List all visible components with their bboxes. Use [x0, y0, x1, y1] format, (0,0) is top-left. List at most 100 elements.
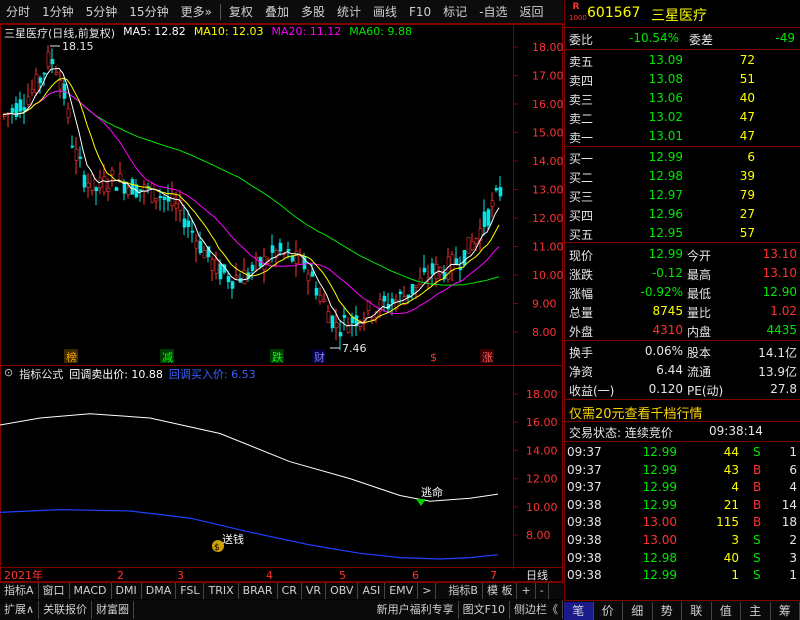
tick-row: 09:38 12.99 1 S 1 — [567, 568, 797, 583]
indicator-tab-0[interactable]: 指标A — [0, 583, 39, 599]
marker-cai[interactable]: 财 — [314, 350, 325, 364]
indicator-tab-2[interactable]: MACD — [70, 583, 112, 599]
indicator-tab-15[interactable]: 模 板 — [483, 583, 518, 599]
time-label-feb: 2 — [117, 569, 124, 582]
tab-fenshi[interactable]: 分时 — [0, 0, 36, 24]
ma5-legend: MA5: 12.82 — [123, 25, 186, 38]
draw-line-button[interactable]: 画线 — [367, 0, 403, 24]
price-tick-label: 17.00 — [532, 70, 563, 83]
candlesticks — [2, 45, 503, 351]
indicator-tabs: 指标A 窗口 MACD DMI DMA FSL TRIX BRAR CR VR OBV ASI EMV >… — [0, 582, 563, 599]
asks-level-2[interactable]: 卖四 13.08 51 — [565, 70, 800, 89]
indicator-tab-5[interactable]: FSL — [176, 583, 205, 599]
indicator-dropdown-icon[interactable]: ⊙ — [4, 366, 13, 382]
indicator-tab-3[interactable]: DMI — [112, 583, 142, 599]
indicator-tab-4[interactable]: DMA — [142, 583, 177, 599]
panel-tab-1[interactable]: 价 — [594, 601, 623, 620]
indicator-tab-1[interactable]: 窗口 — [39, 583, 70, 599]
candle-body — [306, 273, 311, 282]
panel-tab-3[interactable]: 势 — [653, 601, 682, 620]
panel-tab-2[interactable]: 细 — [623, 601, 653, 620]
statistics-button[interactable]: 统计 — [331, 0, 367, 24]
indicator-tab-12[interactable]: EMV — [385, 583, 419, 599]
restore-rights-button[interactable]: 复权 — [223, 0, 259, 24]
wealth-circle-button[interactable]: 财富圈 — [92, 601, 135, 619]
sell-price-legend: 回调卖出价: 10.88 — [69, 368, 163, 381]
marker-dollar[interactable]: $ — [430, 351, 437, 364]
back-button[interactable]: 返回 — [514, 0, 550, 24]
candle-body — [174, 203, 179, 209]
panel-tab-6[interactable]: 主 — [741, 601, 771, 620]
indicator-tick-label: 18.00 — [526, 388, 558, 401]
tab-1min[interactable]: 1分钟 — [36, 0, 80, 24]
candle-body — [30, 88, 35, 93]
marker-zhang[interactable]: 涨 — [482, 351, 493, 364]
period-label[interactable]: 日线 — [526, 568, 548, 582]
tab-15min[interactable]: 15分钟 — [123, 0, 174, 24]
indicator-tab-10[interactable]: OBV — [326, 583, 359, 599]
bids-level-1[interactable]: 买一 12.99 6 — [565, 148, 800, 167]
bids-level-3[interactable]: 买三 12.97 79 — [565, 186, 800, 205]
divider — [565, 146, 800, 147]
bids-level-4[interactable]: 买四 12.96 27 — [565, 205, 800, 224]
new-user-benefit-link[interactable]: 新用户福利专享 — [373, 601, 459, 619]
sidebar-toggle-button[interactable]: 侧边栏《 — [510, 601, 563, 619]
price-tick-label: 16.00 — [532, 98, 563, 111]
divider — [565, 399, 800, 400]
candle-body — [78, 156, 83, 159]
indicator-tab-8[interactable]: CR — [278, 583, 302, 599]
panel-tab-0[interactable]: 笔 — [564, 601, 594, 620]
candle-body — [138, 189, 143, 192]
high-price-label: 18.15 — [62, 40, 94, 53]
f10-graphic-button[interactable]: 图文F10 — [459, 601, 510, 619]
tab-more[interactable]: 更多» — [175, 0, 218, 24]
indicator-tab-13[interactable]: > — [418, 583, 437, 599]
indicator-name[interactable]: 指标公式 — [19, 366, 63, 382]
candle-body — [418, 277, 423, 285]
candle-body — [410, 284, 415, 294]
mark-button[interactable]: 标记 — [437, 0, 473, 24]
bids-level-5[interactable]: 买五 12.95 57 — [565, 224, 800, 243]
marker-bang[interactable]: 榜 — [66, 350, 77, 364]
f10-button[interactable]: F10 — [403, 0, 437, 24]
asks-level-3[interactable]: 卖三 13.06 40 — [565, 89, 800, 108]
indicator-tab-7[interactable]: BRAR — [239, 583, 278, 599]
bids-level-2[interactable]: 买二 12.98 39 — [565, 167, 800, 186]
quote-row: 现价 12.99 今开 13.10 — [569, 247, 797, 263]
ma10-legend: MA10: 12.03 — [193, 25, 264, 38]
bottom-status-bar: 扩展∧ 关联报价 财富圈 新用户福利专享 图文F10 侧边栏《 — [0, 600, 563, 620]
tick-row: 09:38 13.00 3 S 2 — [567, 533, 797, 547]
indicator-tab-17[interactable]: - — [536, 583, 549, 599]
remove-favorite-button[interactable]: -自选 — [473, 0, 513, 24]
expand-button[interactable]: 扩展∧ — [0, 601, 40, 619]
indicator-tab-6[interactable]: TRIX — [204, 583, 239, 599]
panel-tab-7[interactable]: 筹 — [771, 601, 800, 620]
price-axis: 18.00 17.00 16.00 15.00 14.00 13.00 12.00 11.00… — [513, 41, 563, 339]
price-tick-label: 10.00 — [532, 269, 563, 282]
candle-body — [490, 200, 495, 207]
panel-tab-5[interactable]: 值 — [712, 601, 741, 620]
asks-level-5[interactable]: 卖一 13.01 47 — [565, 127, 800, 146]
tab-5min[interactable]: 5分钟 — [80, 0, 124, 24]
promo-row[interactable]: 仅需20元查看千档行情 — [565, 401, 800, 422]
candle-body — [466, 236, 471, 254]
indicator-tab-11[interactable]: ASI — [358, 583, 386, 599]
related-quotes-button[interactable]: 关联报价 — [39, 601, 93, 619]
panel-tab-4[interactable]: 联 — [682, 601, 712, 620]
marker-jian[interactable]: 减 — [162, 351, 173, 364]
asks-level-4[interactable]: 卖二 13.02 47 — [565, 108, 800, 127]
promo-link[interactable]: 仅需20元查看千档行情 — [569, 403, 703, 422]
multi-stock-button[interactable]: 多股 — [295, 0, 331, 24]
candle-body — [158, 195, 163, 199]
kline-chart[interactable]: 18.00 17.00 16.00 15.00 14.00 13.00 12.00 11.00… — [0, 24, 563, 582]
indicator-tab-9[interactable]: VR — [302, 583, 327, 599]
candle-body — [430, 263, 435, 275]
overlay-button[interactable]: 叠加 — [259, 0, 295, 24]
asks-level-1[interactable]: 卖五 13.09 72 — [565, 51, 800, 70]
candle-body — [242, 269, 247, 285]
candle-body — [270, 245, 275, 253]
candle-body — [54, 71, 59, 75]
marker-die[interactable]: 跌 — [272, 350, 283, 364]
indicator-tab-16[interactable]: + — [517, 583, 536, 599]
indicator-tab-14[interactable]: 指标B — [444, 583, 483, 599]
